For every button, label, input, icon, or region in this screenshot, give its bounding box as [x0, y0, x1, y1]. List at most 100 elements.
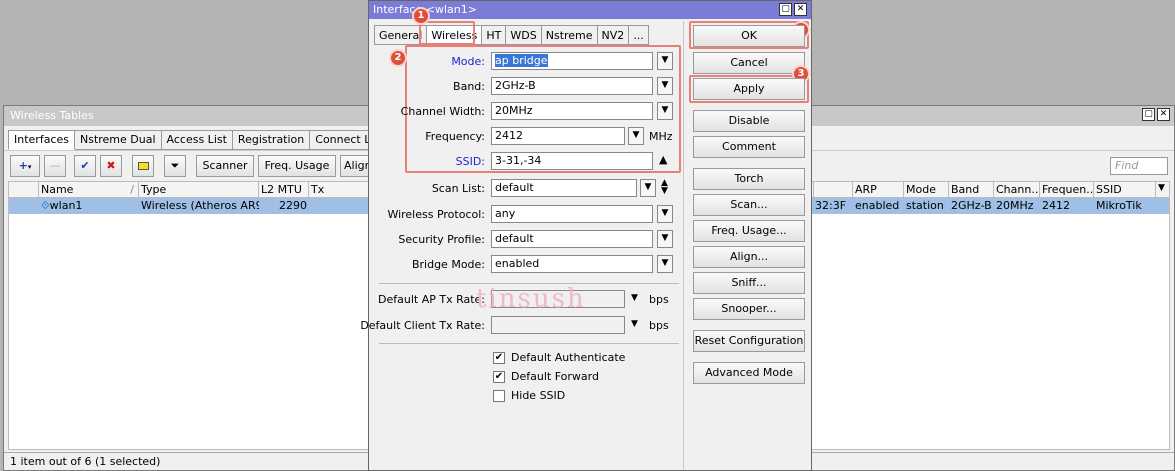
dropdown-arrow-icon[interactable]: ▼ [631, 293, 638, 303]
checkmark-icon: ✔ [493, 351, 505, 364]
plus-icon: + [18, 159, 28, 172]
col-band[interactable]: Band [949, 182, 994, 198]
tab-nstreme-dual[interactable]: Nstreme Dual [74, 130, 162, 150]
close-icon[interactable]: ✕ [1157, 108, 1170, 121]
tab-nstreme[interactable]: Nstreme [541, 25, 598, 45]
dropdown-arrow-icon[interactable]: ▼ [657, 52, 673, 70]
col-name[interactable]: Name / [39, 182, 139, 198]
dialog-tab-bar: General Wireless HT WDS Nstreme NV2 ... [374, 25, 649, 45]
align-dialog-button[interactable]: Align... [693, 246, 805, 268]
row-type: Wireless (Atheros AR9... [141, 199, 259, 212]
mode-select[interactable]: ap bridge [491, 52, 653, 70]
col-type[interactable]: Type [139, 182, 259, 198]
wt-window-controls: ▢ ✕ [1142, 108, 1170, 121]
dialog-window-controls: ▢ ✕ [779, 3, 807, 16]
add-button[interactable]: +▾ [10, 155, 40, 177]
col-frequency[interactable]: Frequen... [1040, 182, 1094, 198]
mode-label: Mode: [451, 55, 485, 68]
row-mac: 32:3F [815, 199, 847, 212]
tab-more[interactable]: ... [629, 25, 649, 45]
default-ap-tx-label: Default AP Tx Rate: [378, 293, 485, 306]
advanced-mode-button[interactable]: Advanced Mode [693, 362, 805, 384]
unchecked-box-icon [493, 389, 505, 402]
find-input[interactable]: Find [1110, 157, 1168, 175]
sniff-button[interactable]: Sniff... [693, 272, 805, 294]
bridge-mode-label: Bridge Mode: [411, 258, 485, 271]
disable-button[interactable]: Disable [693, 110, 805, 132]
tab-interfaces[interactable]: Interfaces [8, 130, 75, 150]
cancel-button[interactable]: Cancel [693, 52, 805, 74]
frequency-label: Frequency: [425, 130, 485, 143]
row-arp: enabled [855, 199, 900, 212]
row-ssid: MikroTik [1096, 199, 1142, 212]
col-mode[interactable]: Mode [904, 182, 949, 198]
freq-usage-button[interactable]: Freq. Usage [258, 155, 336, 177]
dropdown-arrow-icon[interactable]: ▼ [628, 127, 644, 145]
tab-nv2[interactable]: NV2 [597, 25, 630, 45]
restore-icon[interactable]: ▢ [779, 3, 792, 16]
apply-button[interactable]: Apply [693, 78, 805, 100]
dropdown-arrow-icon[interactable]: ▼ [657, 255, 673, 273]
collapse-up-icon[interactable]: ▲ [659, 153, 667, 166]
wireless-protocol-select[interactable]: any [491, 205, 653, 223]
close-icon[interactable]: ✕ [794, 3, 807, 16]
checkmark-icon: ✔ [493, 370, 505, 383]
frequency-select[interactable]: 2412 [491, 127, 625, 145]
remove-button[interactable]: — [44, 155, 66, 177]
add-remove-icon[interactable]: ▲ ▼ [661, 179, 668, 196]
band-select[interactable]: 2GHz-B [491, 77, 653, 95]
tab-wds[interactable]: WDS [506, 25, 542, 45]
col-mac[interactable] [813, 182, 853, 198]
dropdown-arrow-icon[interactable]: ▼ [657, 230, 673, 248]
security-profile-select[interactable]: default [491, 230, 653, 248]
dropdown-arrow-icon[interactable]: ▼ [657, 205, 673, 223]
col-blank [9, 182, 39, 198]
ssid-input[interactable]: 3-31,-34 [491, 152, 653, 170]
dropdown-arrow-icon[interactable]: ▼ [640, 179, 656, 197]
band-label: Band: [453, 80, 485, 93]
default-authenticate-checkbox[interactable]: ✔ Default Authenticate [493, 351, 625, 364]
filter-button[interactable]: ⏷ [164, 155, 186, 177]
col-arp[interactable]: ARP [853, 182, 904, 198]
comment-button[interactable]: Comment [693, 136, 805, 158]
dialog-title: Interface <wlan1> [369, 1, 811, 19]
comment-button[interactable] [132, 155, 154, 177]
ok-button[interactable]: OK [693, 25, 805, 47]
freq-usage-dialog-button[interactable]: Freq. Usage... [693, 220, 805, 242]
dropdown-arrow-icon[interactable]: ▼ [657, 102, 673, 120]
hide-ssid-checkbox[interactable]: Hide SSID [493, 389, 565, 402]
wireless-protocol-label: Wireless Protocol: [387, 208, 485, 221]
col-l2mtu[interactable]: L2 MTU [259, 182, 309, 198]
frequency-unit: MHz [649, 130, 673, 143]
scanner-button[interactable]: Scanner [196, 155, 254, 177]
row-name: ⟐wlan1 [41, 199, 83, 212]
tab-access-list[interactable]: Access List [161, 130, 233, 150]
default-client-tx-input[interactable] [491, 316, 625, 334]
interface-dialog: Interface <wlan1> ▢ ✕ General Wireless H… [360, 0, 812, 471]
channel-width-label: Channel Width: [400, 105, 485, 118]
default-forward-checkbox[interactable]: ✔ Default Forward [493, 370, 599, 383]
scan-button[interactable]: Scan... [693, 194, 805, 216]
reset-configuration-button[interactable]: Reset Configuration [693, 330, 805, 352]
snooper-button[interactable]: Snooper... [693, 298, 805, 320]
row-frequency: 2412 [1042, 199, 1070, 212]
scan-list-label: Scan List: [431, 182, 485, 195]
scan-list-select[interactable]: default [491, 179, 637, 197]
disable-button[interactable]: ✖ [100, 155, 122, 177]
dropdown-arrow-icon[interactable]: ▼ [657, 77, 673, 95]
torch-button[interactable]: Torch [693, 168, 805, 190]
tab-registration[interactable]: Registration [232, 130, 311, 150]
tab-ht[interactable]: HT [482, 25, 507, 45]
bridge-mode-select[interactable]: enabled [491, 255, 653, 273]
row-band: 2GHz-B [951, 199, 992, 212]
dropdown-arrow-icon[interactable]: ▼ [631, 319, 638, 329]
col-channel[interactable]: Chann... [994, 182, 1040, 198]
sort-icon: / [130, 183, 134, 196]
enable-button[interactable]: ✔ [74, 155, 96, 177]
channel-width-select[interactable]: 20MHz [491, 102, 653, 120]
row-channel: 20MHz [996, 199, 1034, 212]
col-ssid[interactable]: SSID [1094, 182, 1156, 198]
restore-icon[interactable]: ▢ [1142, 108, 1155, 121]
wireless-icon: ⟐ [41, 199, 50, 212]
column-menu-icon[interactable]: ▼ [1156, 182, 1171, 198]
